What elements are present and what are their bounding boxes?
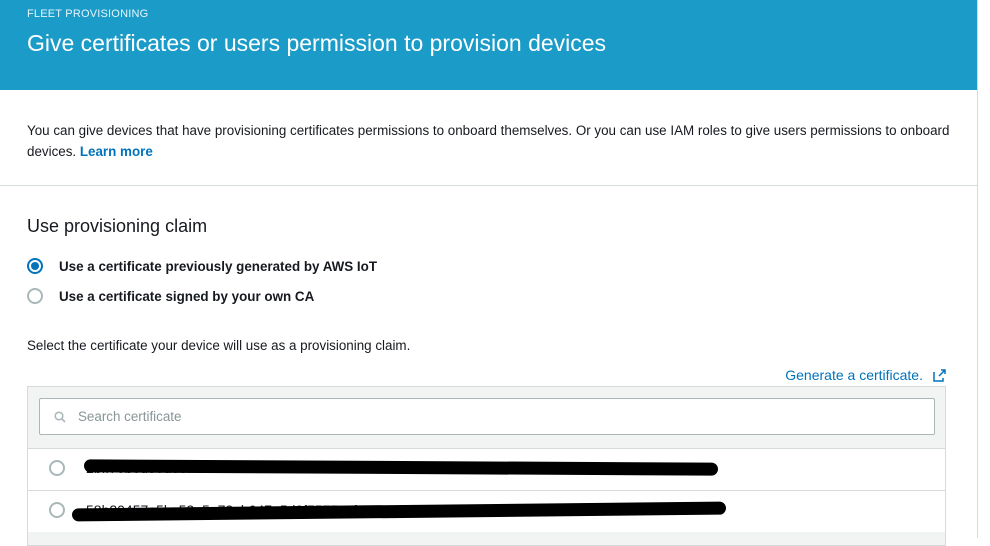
table-row[interactable]: 58b20457e5bc52a5e72ab047e5d2f5575c0fe495… — [28, 490, 945, 532]
option-own-ca-certificate[interactable]: Use a certificate signed by your own CA — [27, 288, 314, 304]
row-radio-icon[interactable] — [49, 460, 65, 476]
header-eyebrow: FLEET PROVISIONING — [27, 8, 149, 20]
intro-description: You can give devices that have provision… — [27, 120, 957, 162]
search-icon — [54, 410, 66, 423]
claim-section-title: Use provisioning claim — [27, 216, 208, 236]
panel-edge-divider — [977, 0, 978, 538]
row-radio-icon[interactable] — [49, 502, 65, 518]
external-link-icon — [933, 368, 946, 382]
generate-certificate-label: Generate a certificate. — [785, 367, 923, 383]
option-label: Use a certificate previously generated b… — [59, 258, 378, 274]
radio-selected-icon[interactable] — [27, 258, 43, 274]
section-divider — [0, 185, 977, 186]
search-certificate-input[interactable] — [76, 408, 900, 425]
certificate-table: 2bff70b0d50de5ac2f2f7c055d07575565c1e52d… — [27, 386, 946, 546]
option-aws-iot-certificate[interactable]: Use a certificate previously generated b… — [27, 258, 377, 274]
page-header: FLEET PROVISIONING Give certificates or … — [0, 0, 977, 90]
page-title: Give certificates or users permission to… — [27, 30, 607, 56]
intro-text: You can give devices that have provision… — [27, 123, 950, 159]
certificate-instruction: Select the certificate your device will … — [27, 338, 411, 353]
search-box[interactable] — [39, 398, 935, 435]
radio-unselected-icon[interactable] — [27, 288, 43, 304]
table-row[interactable]: 2bff70b0d50de5ac2f2f7c055d07575565c1e52d… — [28, 448, 945, 490]
option-label: Use a certificate signed by your own CA — [59, 288, 315, 304]
generate-certificate-link[interactable]: Generate a certificate. — [785, 367, 946, 383]
learn-more-link[interactable]: Learn more — [80, 144, 153, 159]
